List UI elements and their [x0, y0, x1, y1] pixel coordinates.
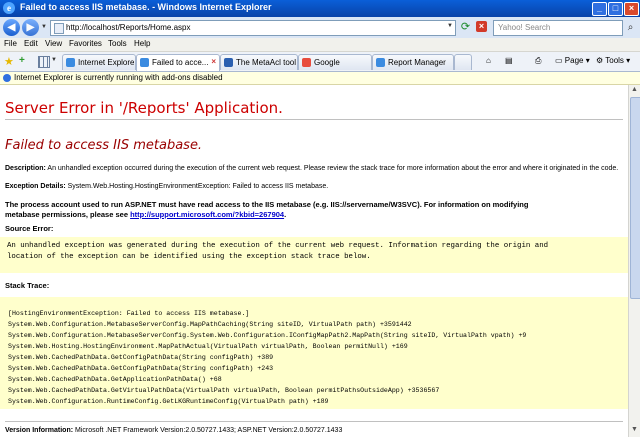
- tab-label: The MetaAcl tool ...: [236, 58, 296, 67]
- search-icon[interactable]: ⌕: [624, 21, 637, 34]
- tab-label: Internet Explorer...: [78, 58, 134, 67]
- process-line-end: .: [284, 210, 287, 219]
- menu-edit[interactable]: Edit: [24, 39, 38, 48]
- exception-label: Exception Details:: [5, 183, 66, 190]
- title-bar: e Failed to access IIS metabase. - Windo…: [0, 0, 640, 17]
- kb-article-link[interactable]: http://support.microsoft.com/?kbid=26790…: [130, 210, 284, 219]
- menu-help[interactable]: Help: [134, 39, 150, 48]
- quick-tabs-icon[interactable]: [38, 56, 50, 68]
- tab-ie-icon: [140, 58, 149, 67]
- tab-ie-icon: [376, 58, 385, 67]
- close-button[interactable]: ×: [624, 2, 639, 16]
- new-tab-button[interactable]: [454, 54, 472, 70]
- maximize-button[interactable]: □: [608, 2, 623, 16]
- stack-line: System.Web.Configuration.MetabaseServerC…: [8, 332, 527, 339]
- menu-bar: File Edit View Favorites Tools Help: [0, 38, 640, 52]
- forward-button[interactable]: ▶: [22, 19, 39, 36]
- search-placeholder: Yahoo! Search: [498, 23, 551, 32]
- search-input[interactable]: Yahoo! Search: [493, 20, 623, 36]
- page-icon: [54, 23, 64, 34]
- tab-google[interactable]: Google: [298, 54, 372, 70]
- tab-ie-icon: [224, 58, 233, 67]
- error-title: Failed to access IIS metabase.: [5, 138, 203, 153]
- back-button[interactable]: ◀: [3, 19, 20, 36]
- stack-line: System.Web.Configuration.RuntimeConfig.G…: [8, 398, 329, 405]
- window-title: Failed to access IIS metabase. - Windows…: [20, 2, 272, 12]
- stack-trace-box: [HostingEnvironmentException: Failed to …: [0, 297, 628, 409]
- version-text: Microsoft .NET Framework Version:2.0.507…: [75, 427, 343, 434]
- process-line-1: The process account used to run ASP.NET …: [5, 200, 529, 209]
- description-label: Description:: [5, 165, 46, 172]
- stack-line: System.Web.CachedPathData.GetVirtualPath…: [8, 387, 440, 394]
- tab-failed-to-access[interactable]: Failed to acce... ×: [136, 54, 220, 71]
- page-content: Server Error in '/Reports' Application. …: [0, 85, 628, 437]
- scroll-down-icon[interactable]: ▼: [631, 426, 638, 433]
- tab-ie-icon: [66, 58, 75, 67]
- exception-text: System.Web.Hosting.HostingEnvironmentExc…: [67, 183, 329, 190]
- stack-line: [HostingEnvironmentException: Failed to …: [8, 310, 250, 317]
- address-url: http://localhost/Reports/Home.aspx: [66, 23, 191, 32]
- address-field[interactable]: http://localhost/Reports/Home.aspx ▼: [50, 20, 456, 36]
- tools-menu[interactable]: ⚙ Tools ▾: [596, 56, 630, 65]
- tab-report-manager[interactable]: Report Manager: [372, 54, 454, 70]
- heading-divider: [5, 119, 623, 120]
- ie-logo-icon: e: [3, 2, 15, 14]
- home-icon[interactable]: ⌂: [486, 56, 491, 65]
- address-toolbar: ◀ ▶ ▼ http://localhost/Reports/Home.aspx…: [0, 17, 640, 39]
- menu-file[interactable]: File: [4, 39, 17, 48]
- stack-line: System.Web.Hosting.HostingEnvironment.Ma…: [8, 343, 408, 350]
- refresh-icon[interactable]: ⟳: [459, 21, 472, 34]
- google-icon: [302, 58, 311, 67]
- tab-label: Failed to acce...: [152, 58, 209, 67]
- tab-list-dropdown[interactable]: ▼: [51, 57, 57, 63]
- stop-icon[interactable]: ×: [476, 21, 487, 32]
- menu-favorites[interactable]: Favorites: [69, 39, 102, 48]
- favorites-star-icon[interactable]: ★: [4, 55, 14, 68]
- server-error-heading: Server Error in '/Reports' Application.: [5, 99, 283, 117]
- print-icon[interactable]: ⎙: [535, 56, 541, 66]
- metabase-permissions-note: The process account used to run ASP.NET …: [5, 200, 625, 220]
- stack-trace-label: Stack Trace:: [5, 281, 50, 290]
- add-favorite-icon[interactable]: +: [19, 55, 25, 66]
- page-label: Page: [564, 56, 584, 65]
- recent-pages-dropdown[interactable]: ▼: [41, 24, 47, 30]
- source-error-box: An unhandled exception was generated dur…: [0, 237, 628, 273]
- infobar-text: Internet Explorer is currently running w…: [14, 73, 223, 82]
- tab-label: Report Manager: [388, 58, 446, 67]
- menu-tools[interactable]: Tools: [108, 39, 127, 48]
- tab-label: Google: [314, 58, 340, 67]
- stack-line: System.Web.Configuration.MetabaseServerC…: [8, 321, 412, 328]
- version-label: Version Information:: [5, 427, 74, 434]
- scrollbar-thumb[interactable]: [630, 97, 640, 299]
- source-error-text: An unhandled exception was generated dur…: [7, 241, 622, 263]
- chevron-down-icon[interactable]: ▼: [447, 23, 453, 29]
- menu-view[interactable]: View: [45, 39, 62, 48]
- tab-internet-explorer[interactable]: Internet Explorer...: [62, 54, 136, 70]
- footer-divider: [5, 421, 623, 422]
- information-bar[interactable]: Internet Explorer is currently running w…: [0, 72, 640, 85]
- close-tab-icon[interactable]: ×: [211, 57, 216, 66]
- tab-metaacl-tool[interactable]: The MetaAcl tool ...: [220, 54, 298, 70]
- vertical-scrollbar[interactable]: ▲ ▼: [628, 85, 640, 437]
- process-line-2: metabase permissions, please see http://…: [5, 210, 625, 220]
- tab-bar: ★ + ▼ Internet Explorer... Failed to acc…: [0, 52, 640, 72]
- version-information: Version Information: Microsoft .NET Fram…: [5, 427, 342, 434]
- source-error-line: location of the exception can be identif…: [7, 253, 371, 261]
- scroll-up-icon[interactable]: ▲: [631, 86, 638, 93]
- description-paragraph: Description: An unhandled exception occu…: [5, 165, 618, 172]
- page-menu[interactable]: ▭ Page ▾: [555, 56, 590, 65]
- exception-details-paragraph: Exception Details: System.Web.Hosting.Ho…: [5, 183, 328, 190]
- stack-line: System.Web.CachedPathData.GetConfigPathD…: [8, 365, 274, 372]
- stack-line: System.Web.CachedPathData.GetConfigPathD…: [8, 354, 274, 361]
- stack-line: System.Web.CachedPathData.GetApplication…: [8, 376, 222, 383]
- source-error-label: Source Error:: [5, 224, 54, 233]
- source-error-line: An unhandled exception was generated dur…: [7, 242, 549, 250]
- feeds-icon[interactable]: ▤: [505, 56, 513, 65]
- minimize-button[interactable]: _: [592, 2, 607, 16]
- info-icon: [3, 74, 11, 82]
- tools-label: Tools: [605, 56, 624, 65]
- process-line-2-text: metabase permissions, please see: [5, 210, 128, 219]
- description-text: An unhandled exception occurred during t…: [47, 165, 619, 172]
